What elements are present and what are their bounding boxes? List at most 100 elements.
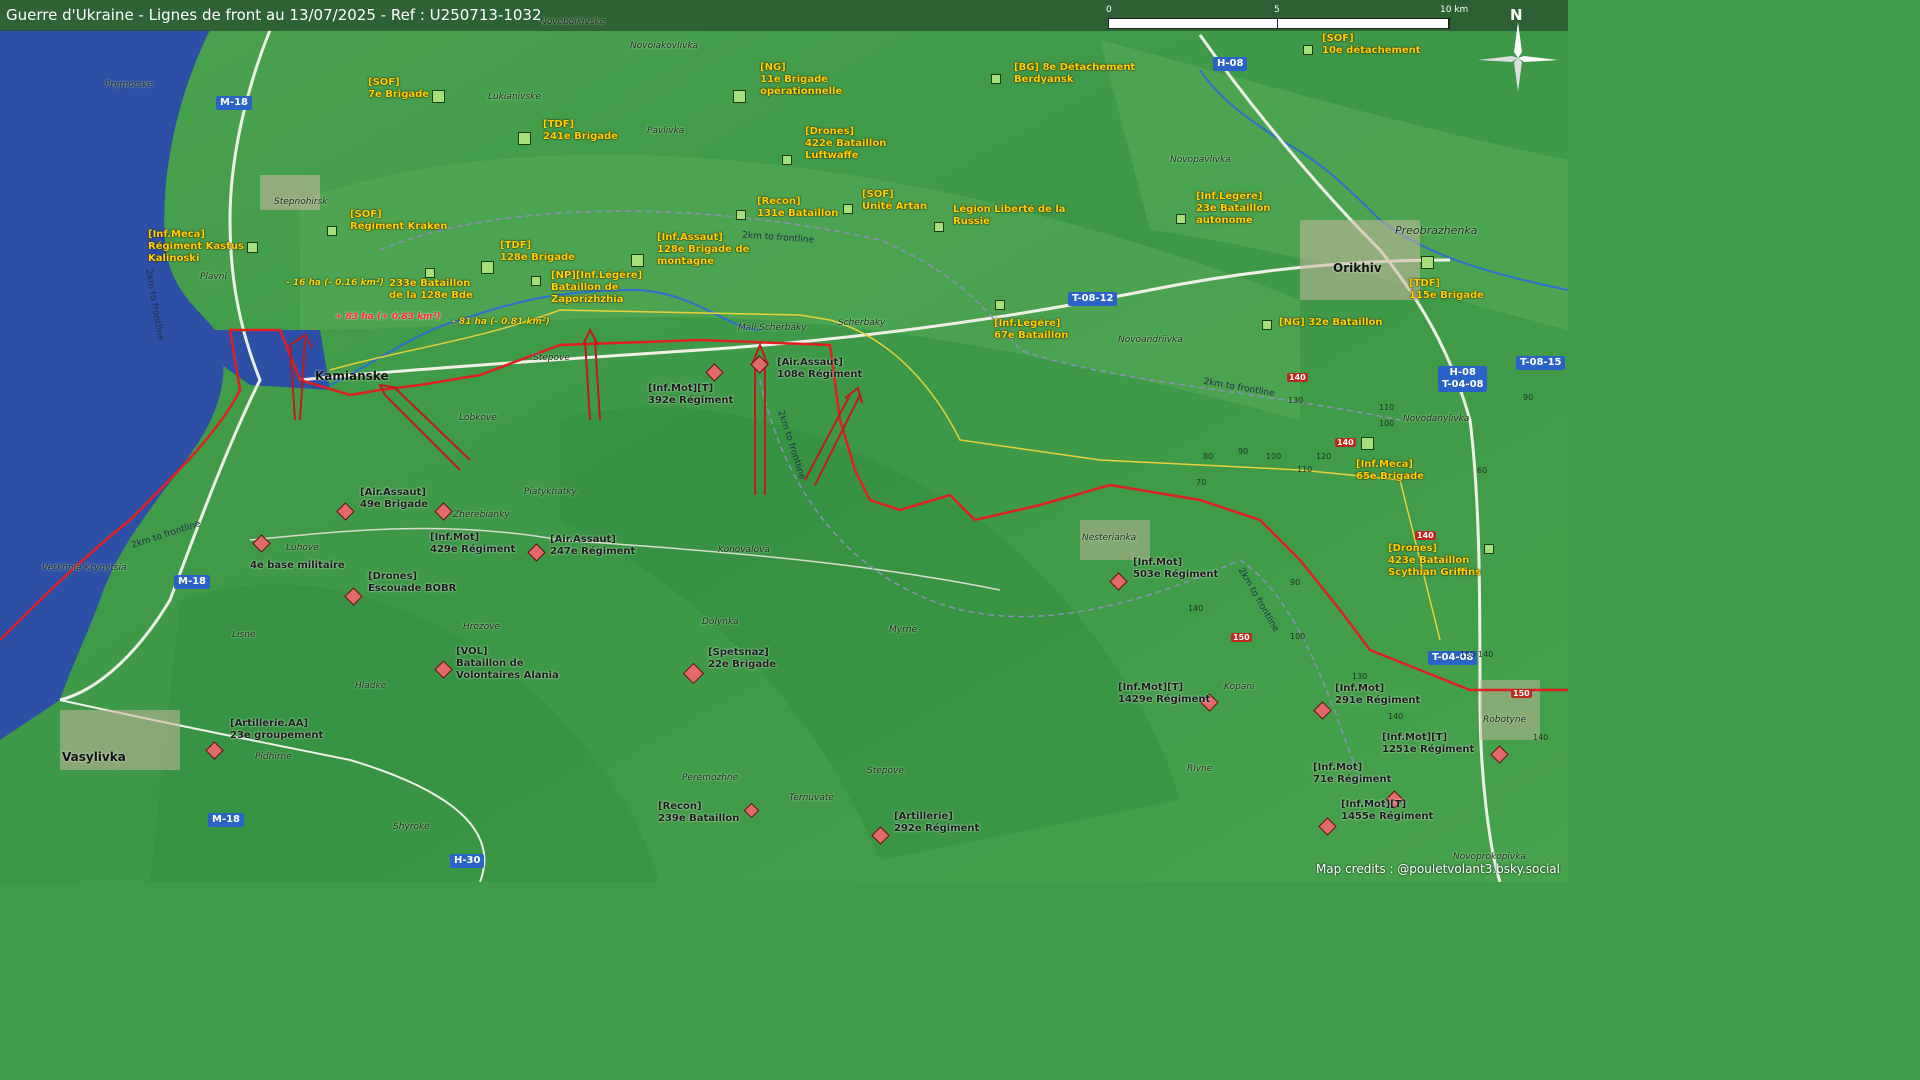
ua-unit-label: [SOF] Régiment Kraken xyxy=(350,209,448,232)
route-number: 150 xyxy=(1231,633,1252,642)
place-label: Kamianske xyxy=(315,369,389,383)
place-label: Nesterianka xyxy=(1082,533,1137,543)
ru-unit-label: [Drones] Escouade BOBR xyxy=(368,571,457,594)
ua-unit-icon[interactable] xyxy=(531,276,541,286)
ua-unit-label: [TDF] 115e Brigade xyxy=(1409,278,1484,301)
ua-unit-label: [TDF] 241e Brigade xyxy=(543,119,618,142)
place-label: Novoandriivka xyxy=(1118,335,1183,345)
ua-unit-icon[interactable] xyxy=(995,300,1005,310)
elevation-label: 120 xyxy=(1316,452,1332,461)
ua-unit-icon[interactable] xyxy=(425,268,435,278)
ua-unit-icon[interactable] xyxy=(1176,214,1186,224)
road-badge: M-18 xyxy=(208,813,245,827)
area-change-annotation: - 81 ha (- 0.81 km²) xyxy=(452,317,550,327)
elevation-label: 130 xyxy=(1352,672,1368,681)
ru-unit-label: [Inf.Mot][T] 392e Régiment xyxy=(648,383,734,406)
ua-unit-label: [Inf.Assaut] 128e Brigade de montagne xyxy=(657,232,750,267)
ru-unit-label: [Inf.Mot] 503e Régiment xyxy=(1133,557,1219,580)
elevation-label: 140 xyxy=(1478,650,1494,659)
place-label: Lukianivske xyxy=(488,92,541,102)
compass-icon xyxy=(1478,22,1558,92)
ru-unit-label: [Inf.Mot] 429e Régiment xyxy=(430,532,516,555)
ua-unit-label: [BG] 8e Détachement Berdyansk xyxy=(1014,62,1136,85)
place-label: Novodanylivka xyxy=(1403,414,1470,424)
ua-unit-icon[interactable] xyxy=(934,222,944,232)
ua-unit-label: Légion Liberté de la Russie xyxy=(953,204,1066,227)
elevation-label: 90 xyxy=(1290,578,1301,587)
ua-unit-icon[interactable] xyxy=(518,132,531,145)
elevation-label: 60 xyxy=(1477,466,1488,475)
ru-unit-label: [VOL] Bataillon de Volontaires Alania xyxy=(456,646,559,681)
ua-unit-icon[interactable] xyxy=(843,204,853,214)
place-label: Lobkove xyxy=(459,413,497,423)
place-label: Mali Scherbaky xyxy=(738,323,807,333)
ru-unit-label: [Inf.Mot] 71e Régiment xyxy=(1313,762,1392,785)
ua-unit-icon[interactable] xyxy=(631,254,644,267)
place-label: Orikhiv xyxy=(1333,261,1382,275)
ua-unit-icon[interactable] xyxy=(1421,256,1434,269)
place-label: Novoprokopivka xyxy=(1453,852,1526,862)
place-label: Stepove xyxy=(533,353,570,363)
ua-unit-icon[interactable] xyxy=(1262,320,1272,330)
place-label: Novopavlivka xyxy=(1170,155,1231,165)
ua-unit-icon[interactable] xyxy=(736,210,746,220)
ua-unit-icon[interactable] xyxy=(1361,437,1374,450)
elevation-label: 100 xyxy=(1379,419,1395,428)
ru-unit-label: [Artillerie] 292e Régiment xyxy=(894,811,980,834)
place-label: Shyroke xyxy=(393,822,430,832)
scale-label-5: 5 xyxy=(1274,5,1280,15)
place-label: Hladke xyxy=(355,681,387,691)
ua-unit-icon[interactable] xyxy=(247,242,258,253)
place-label: Pidhirne xyxy=(255,752,292,762)
place-label: Novoiakovlivka xyxy=(630,41,699,51)
ru-unit-label: [Air.Assaut] 247e Régiment xyxy=(550,534,636,557)
ua-unit-label: [Drones] 423e Bataillon Scythian Griffin… xyxy=(1388,543,1482,578)
ua-unit-icon[interactable] xyxy=(991,74,1001,84)
road-badge: H-08 xyxy=(1213,57,1248,71)
route-number: 140 xyxy=(1415,531,1436,540)
ua-unit-icon[interactable] xyxy=(1303,45,1313,55)
place-label: Peremozhne xyxy=(682,773,739,783)
place-label: Ternuvate xyxy=(789,793,834,803)
map-canvas[interactable]: Guerre d'Ukraine - Lignes de front au 13… xyxy=(0,0,1568,882)
ua-unit-label: 233e Bataillon de la 128e Bde xyxy=(389,278,473,301)
scale-label-10: 10 km xyxy=(1440,5,1469,15)
ru-unit-label: [Air.Assaut] 49e Brigade xyxy=(360,487,429,510)
ua-unit-label: [Inf.Meca] Régiment Kastus Kalinoski xyxy=(148,229,244,264)
road-badge: T-08-12 xyxy=(1068,292,1118,306)
route-number: 140 xyxy=(1287,373,1308,382)
elevation-label: 100 xyxy=(1290,632,1306,641)
place-label: Robotyne xyxy=(1483,715,1527,725)
ua-unit-label: [NP][Inf.Légère] Bataillon de Zaporizhzh… xyxy=(551,270,643,305)
elevation-label: 140 xyxy=(1188,604,1204,613)
place-label: Plavni xyxy=(200,272,227,282)
route-number: 140 xyxy=(1335,438,1356,447)
place-label: Kopani xyxy=(1224,682,1255,692)
ua-unit-icon[interactable] xyxy=(481,261,494,274)
elevation-label: 140 xyxy=(1388,712,1404,721)
place-label: Luhove xyxy=(286,543,319,553)
ua-unit-icon[interactable] xyxy=(432,90,445,103)
ru-unit-label: [Inf.Mot] 291e Régiment xyxy=(1335,683,1421,706)
ru-unit-label: [Recon] 239e Bataillon xyxy=(658,801,740,824)
ru-unit-label: [Air.Assaut] 108e Régiment xyxy=(777,357,863,380)
scale-bar xyxy=(1108,18,1450,29)
ua-unit-icon[interactable] xyxy=(1484,544,1494,554)
elevation-label: 130 xyxy=(1288,396,1304,405)
ua-unit-label: [SOF] 7e Brigade xyxy=(368,77,430,100)
place-label: Konovalova xyxy=(718,545,770,555)
ua-unit-label: [Inf.Légère] 23e Bataillon autonome xyxy=(1196,191,1271,226)
elevation-label: 110 xyxy=(1379,403,1395,412)
ua-unit-label: [Inf.Meca] 65e Brigade xyxy=(1356,459,1425,482)
ua-unit-icon[interactable] xyxy=(782,155,792,165)
ru-unit-label: [Spetsnaz] 22e Brigade xyxy=(708,647,777,670)
place-label: Stepnohirsk xyxy=(274,197,328,207)
ua-unit-icon[interactable] xyxy=(733,90,746,103)
ua-unit-label: [TDF] 128e Brigade xyxy=(500,240,575,263)
place-label: Piatykhatky xyxy=(524,487,577,497)
ua-unit-label: [NG] 11e Brigade opérationnelle xyxy=(760,62,843,97)
ua-unit-label: [Recon] 131e Bataillon xyxy=(757,196,839,219)
place-label: Stepove xyxy=(867,766,904,776)
ua-unit-icon[interactable] xyxy=(327,226,337,236)
ua-unit-label: [SOF] 10e détachement xyxy=(1322,33,1421,56)
